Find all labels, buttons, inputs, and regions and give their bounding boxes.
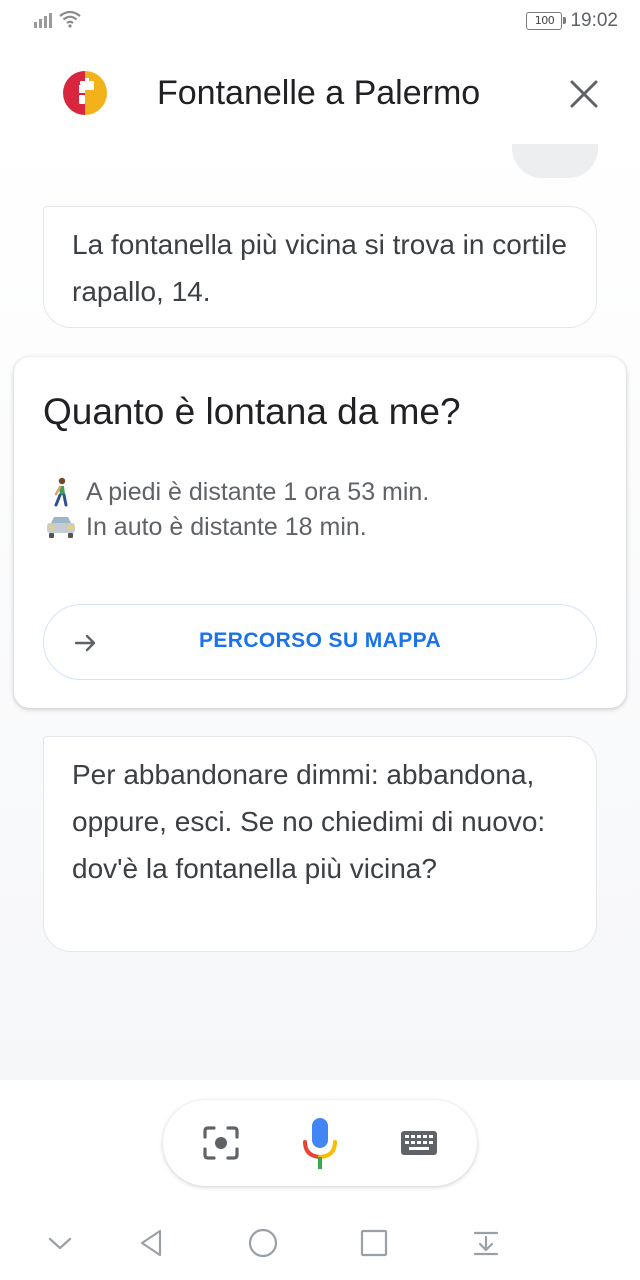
car-distance-text: In auto è distante 18 min. (86, 512, 367, 541)
walking-person-icon (44, 477, 78, 507)
nav-home-icon[interactable] (247, 1227, 279, 1259)
clock: 19:02 (570, 10, 618, 31)
route-on-map-button[interactable]: PERCORSO SU MAPPA (43, 604, 597, 680)
signal-icon (34, 10, 52, 28)
app-header: Fontanelle a Palermo (0, 44, 640, 144)
system-nav-bar (0, 1205, 640, 1280)
assistant-message-bubble: La fontanella più vicina si trova in cor… (43, 206, 597, 328)
walk-distance-text: A piedi è distante 1 ora 53 min. (86, 477, 430, 506)
distance-card: Quanto è lontana da me? A piedi è distan… (14, 357, 626, 708)
route-button-label: PERCORSO SU MAPPA (198, 629, 442, 652)
nav-back-icon[interactable] (136, 1227, 168, 1259)
nav-notifications-icon[interactable] (470, 1227, 502, 1259)
input-area (0, 1080, 640, 1205)
conversation-area[interactable]: Sì La fontanella più vicina si trova in … (0, 124, 640, 1080)
keyboard-icon[interactable] (399, 1128, 439, 1158)
status-bar: 100 19:02 (0, 0, 640, 44)
app-logo-faucet-icon (63, 71, 107, 115)
battery-icon: 100 (526, 12, 567, 30)
app-title: Fontanelle a Palermo (157, 74, 481, 112)
car-icon (44, 512, 78, 542)
walk-distance-row: A piedi è distante 1 ora 53 min. (44, 477, 429, 507)
car-distance-row: In auto è distante 18 min. (44, 512, 367, 542)
nav-recents-icon[interactable] (358, 1227, 390, 1259)
assistant-message-text: Per abbandonare dimmi: abbandona, oppure… (72, 759, 546, 884)
nav-collapse-icon[interactable] (44, 1227, 76, 1259)
wifi-icon (59, 10, 81, 28)
assistant-message-bubble: Per abbandonare dimmi: abbandona, oppure… (43, 736, 597, 952)
input-pill (163, 1100, 477, 1186)
close-icon[interactable] (566, 76, 602, 112)
card-title: Quanto è lontana da me? (43, 391, 461, 432)
status-left (34, 10, 82, 28)
microphone-icon[interactable] (299, 1116, 341, 1172)
status-right: 100 19:02 (526, 10, 618, 32)
lens-icon[interactable] (201, 1125, 241, 1161)
assistant-message-text: La fontanella più vicina si trova in cor… (72, 229, 567, 307)
